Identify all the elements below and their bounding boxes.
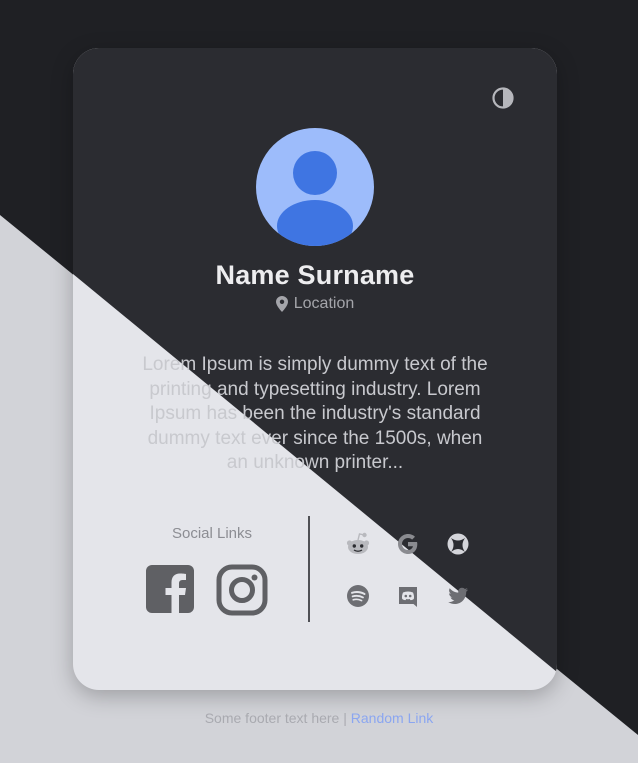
- google-link[interactable]: [395, 531, 421, 557]
- google-icon: [398, 534, 418, 554]
- footer-random-link[interactable]: Random Link: [351, 710, 434, 726]
- reddit-icon: [346, 532, 370, 554]
- twitter-icon: [448, 587, 468, 604]
- social-links-title: Social Links: [171, 525, 253, 542]
- facebook-link[interactable]: [144, 563, 198, 617]
- profile-card: Name Surname Location Lorem Ipsum is sim…: [73, 48, 557, 690]
- spotify-link[interactable]: [345, 583, 371, 609]
- reddit-link[interactable]: [345, 531, 371, 557]
- discord-link[interactable]: [395, 583, 421, 609]
- footer: Some footer text here | Random Link: [0, 710, 638, 726]
- map-pin-icon: [275, 296, 288, 312]
- instagram-icon: [216, 564, 268, 616]
- spotify-icon: [347, 585, 369, 607]
- footer-text: Some footer text here |: [204, 710, 347, 726]
- xbox-icon: [447, 533, 469, 555]
- discord-icon: [399, 587, 417, 607]
- avatar: [256, 128, 374, 246]
- xbox-link[interactable]: [445, 531, 471, 557]
- profile-name: Name Surname: [215, 260, 415, 290]
- profile-bio: Lorem Ipsum is simply dummy text of the …: [142, 354, 488, 473]
- theme-toggle-button[interactable]: [491, 86, 515, 110]
- location-label: Location: [293, 295, 355, 312]
- profile-location: Location: [73, 295, 557, 313]
- twitter-link[interactable]: [445, 583, 471, 609]
- social-divider: [308, 516, 310, 622]
- contrast-icon: [492, 87, 514, 109]
- instagram-link[interactable]: [215, 563, 269, 617]
- facebook-icon: [146, 565, 194, 613]
- user-avatar-icon: [277, 151, 353, 246]
